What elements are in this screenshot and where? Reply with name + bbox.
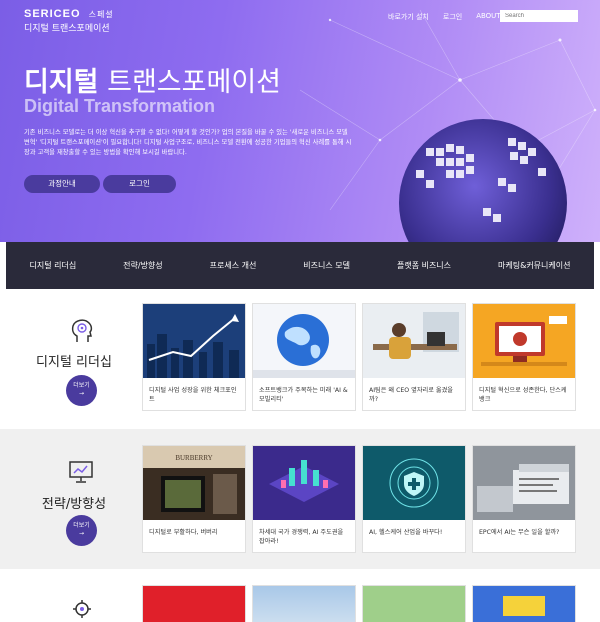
category-strategy[interactable]: 전략/방향성: [123, 260, 163, 271]
course-info-button[interactable]: 과정안내: [24, 175, 100, 193]
more-label: 더보기: [73, 382, 90, 389]
card-thumbnail-isometric-city: [253, 446, 355, 520]
content-card[interactable]: [472, 585, 576, 622]
hero-title-bold: 디지털: [24, 67, 99, 98]
more-label: 더보기: [73, 522, 90, 529]
monitor-chart-icon: [69, 461, 93, 483]
content-card[interactable]: 소프트뱅크가 주목하는 미래 'AI & 모빌리티': [252, 303, 356, 411]
hero-subtitle: Digital Transformation: [24, 96, 216, 116]
category-digital-leadership[interactable]: 디지털 리더십: [29, 260, 76, 271]
content-card[interactable]: [142, 585, 246, 622]
hero-banner: SERICEO 스페셜 디지털 트랜스포메이션 바로가기 설치 로그인 ABOU…: [0, 0, 600, 242]
category-platform[interactable]: 플랫폼 비즈니스: [397, 260, 451, 271]
head-gear-icon: [71, 319, 93, 342]
card-caption: EPC에서 AI는 무슨 일을 할까?: [479, 529, 560, 536]
card-caption: 디지털 사업 성장을 위한 체크포인트: [149, 387, 237, 403]
search-input[interactable]: [500, 10, 578, 22]
card-thumbnail: [143, 586, 245, 622]
card-thumbnail-globe: [253, 304, 355, 378]
nav-shortcut-install[interactable]: 바로가기 설치: [388, 12, 429, 22]
arrow-right-icon: →: [78, 390, 85, 397]
content-card[interactable]: AI팀은 왜 CEO 옆자리로 옮겼을까?: [362, 303, 466, 411]
card-caption: 디지털 혁신으로 성존한다, 단스케 뱅크: [479, 387, 567, 403]
content-card[interactable]: 디지털 사업 성장을 위한 체크포인트: [142, 303, 246, 411]
category-process[interactable]: 프로세스 개선: [210, 260, 257, 271]
card-thumbnail: [253, 586, 355, 622]
card-caption: 디지털로 부활하다, 버버리: [149, 529, 218, 536]
category-business-model[interactable]: 비즈니스 모델: [303, 260, 350, 271]
hero-title-rest: 트랜스포메이션: [98, 67, 281, 98]
section-process: [0, 569, 600, 622]
top-nav: 바로가기 설치 로그인 ABOUT: [388, 12, 501, 22]
card-caption: 소프트뱅크가 주목하는 미래 'AI & 모빌리티': [259, 387, 348, 403]
card-thumbnail-health-shield: [363, 446, 465, 520]
logo-tag: 스페셜: [88, 10, 114, 19]
card-thumbnail: [363, 586, 465, 622]
category-bar: 디지털 리더십 전략/방향성 프로세스 개선 비즈니스 모델 플랫폼 비즈니스 …: [6, 242, 594, 289]
section-strategy: 전략/방향성 더보기 → BURBERRY 디지털로 부활하다, 버버리 차세대 …: [0, 429, 600, 569]
card-thumbnail-city-growth: [143, 304, 245, 378]
more-button[interactable]: 더보기 →: [66, 515, 97, 546]
content-card[interactable]: 차세대 국가 경쟁력, AI 주도권을 잡아라!: [252, 445, 356, 553]
globe-illustration: [399, 119, 567, 242]
section-title: 전략/방향성: [41, 497, 107, 512]
content-card[interactable]: EPC에서 AI는 무슨 일을 할까?: [472, 445, 576, 553]
card-thumbnail: [473, 586, 575, 622]
card-caption: AI팀은 왜 CEO 옆자리로 옮겼을까?: [369, 387, 453, 403]
hero-title: 디지털 트랜스포메이션: [24, 60, 281, 99]
content-card[interactable]: AI, 헬스케어 산업을 바꾸다!: [362, 445, 466, 553]
card-thumbnail-frame: [503, 596, 545, 616]
card-thumbnail-sign-text: BURBERRY: [175, 454, 212, 462]
hero-description: 기존 비즈니스 모델로는 더 이상 혁신을 추구할 수 없다! 어떻게 할 것인…: [24, 129, 352, 156]
arrow-right-icon: →: [78, 530, 85, 537]
logo-brand: SERICEO: [24, 8, 81, 20]
category-marketing[interactable]: 마케팅&커뮤니케이션: [498, 260, 570, 271]
content-card[interactable]: [362, 585, 466, 622]
hero-login-button[interactable]: 로그인: [103, 175, 176, 193]
process-gear-icon: [73, 600, 91, 618]
nav-login[interactable]: 로그인: [443, 12, 462, 22]
content-card[interactable]: 디지털 혁신으로 성존한다, 단스케 뱅크: [472, 303, 576, 411]
content-card[interactable]: BURBERRY 디지털로 부활하다, 버버리: [142, 445, 246, 553]
card-caption: 차세대 국가 경쟁력, AI 주도권을 잡아라!: [259, 529, 344, 545]
site-logo[interactable]: SERICEO 스페셜 디지털 트랜스포메이션: [24, 8, 114, 34]
logo-subtitle: 디지털 트랜스포메이션: [24, 24, 110, 34]
card-thumbnail-office: [363, 304, 465, 378]
card-thumbnail-digital-bank: [473, 304, 575, 378]
card-thumbnail-documents: [473, 446, 575, 520]
content-card[interactable]: [252, 585, 356, 622]
card-thumbnail-burberry-store: BURBERRY: [143, 446, 245, 520]
section-title: 디지털 리더십: [36, 355, 112, 370]
section-digital-leadership: 디지털 리더십 더보기 → 디지털 사업 성장을 위한 체크포인트 소프트뱅크가 …: [0, 289, 600, 429]
card-caption: AI, 헬스케어 산업을 바꾸다!: [369, 529, 443, 536]
nav-about[interactable]: ABOUT: [476, 12, 500, 22]
more-button[interactable]: 더보기 →: [66, 375, 97, 406]
